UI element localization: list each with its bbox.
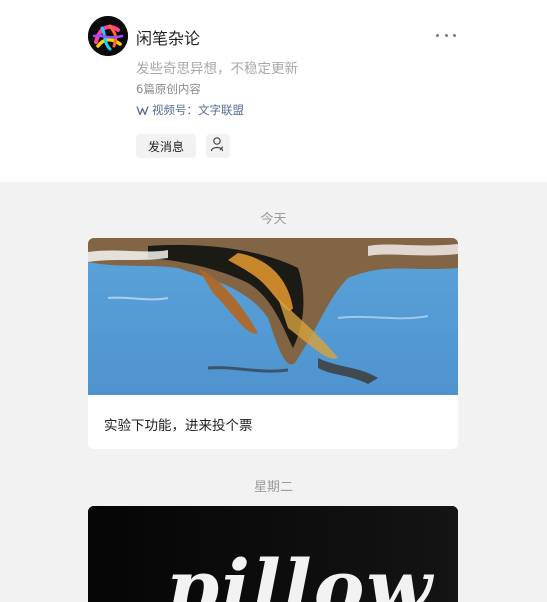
- article-cover-image: [88, 238, 458, 395]
- video-channel-icon: [136, 105, 149, 116]
- video-channel-link[interactable]: 视频号：文字联盟: [136, 102, 244, 118]
- user-profile-icon: [210, 136, 226, 156]
- original-count: 6篇原创内容: [136, 82, 201, 96]
- date-label: 今天: [260, 212, 287, 227]
- user-profile-button[interactable]: [206, 134, 230, 158]
- send-message-button[interactable]: 发消息: [136, 134, 196, 158]
- article-card[interactable]: pillow: [88, 506, 458, 602]
- video-channel-label: 视频号：文字联盟: [152, 103, 244, 117]
- profile-header: 闲笔杂论 发些奇思异想，不稳定更新 6篇原创内容 视频号：文字联盟 发消息: [0, 0, 547, 182]
- article-card[interactable]: 实验下功能，进来投个票: [88, 238, 458, 449]
- article-title: 实验下功能，进来投个票: [104, 418, 253, 434]
- cover-text: pillow: [166, 543, 434, 602]
- more-icon[interactable]: [436, 28, 456, 42]
- account-name: 闲笔杂论: [136, 29, 201, 48]
- article-feed: 今天 实验下功能，进来投个票 星期二 pillow: [0, 182, 547, 602]
- account-description: 发些奇思异想，不稳定更新: [136, 61, 298, 77]
- article-cover-image: pillow: [88, 506, 458, 602]
- date-label: 星期二: [253, 480, 293, 495]
- avatar[interactable]: [88, 16, 128, 56]
